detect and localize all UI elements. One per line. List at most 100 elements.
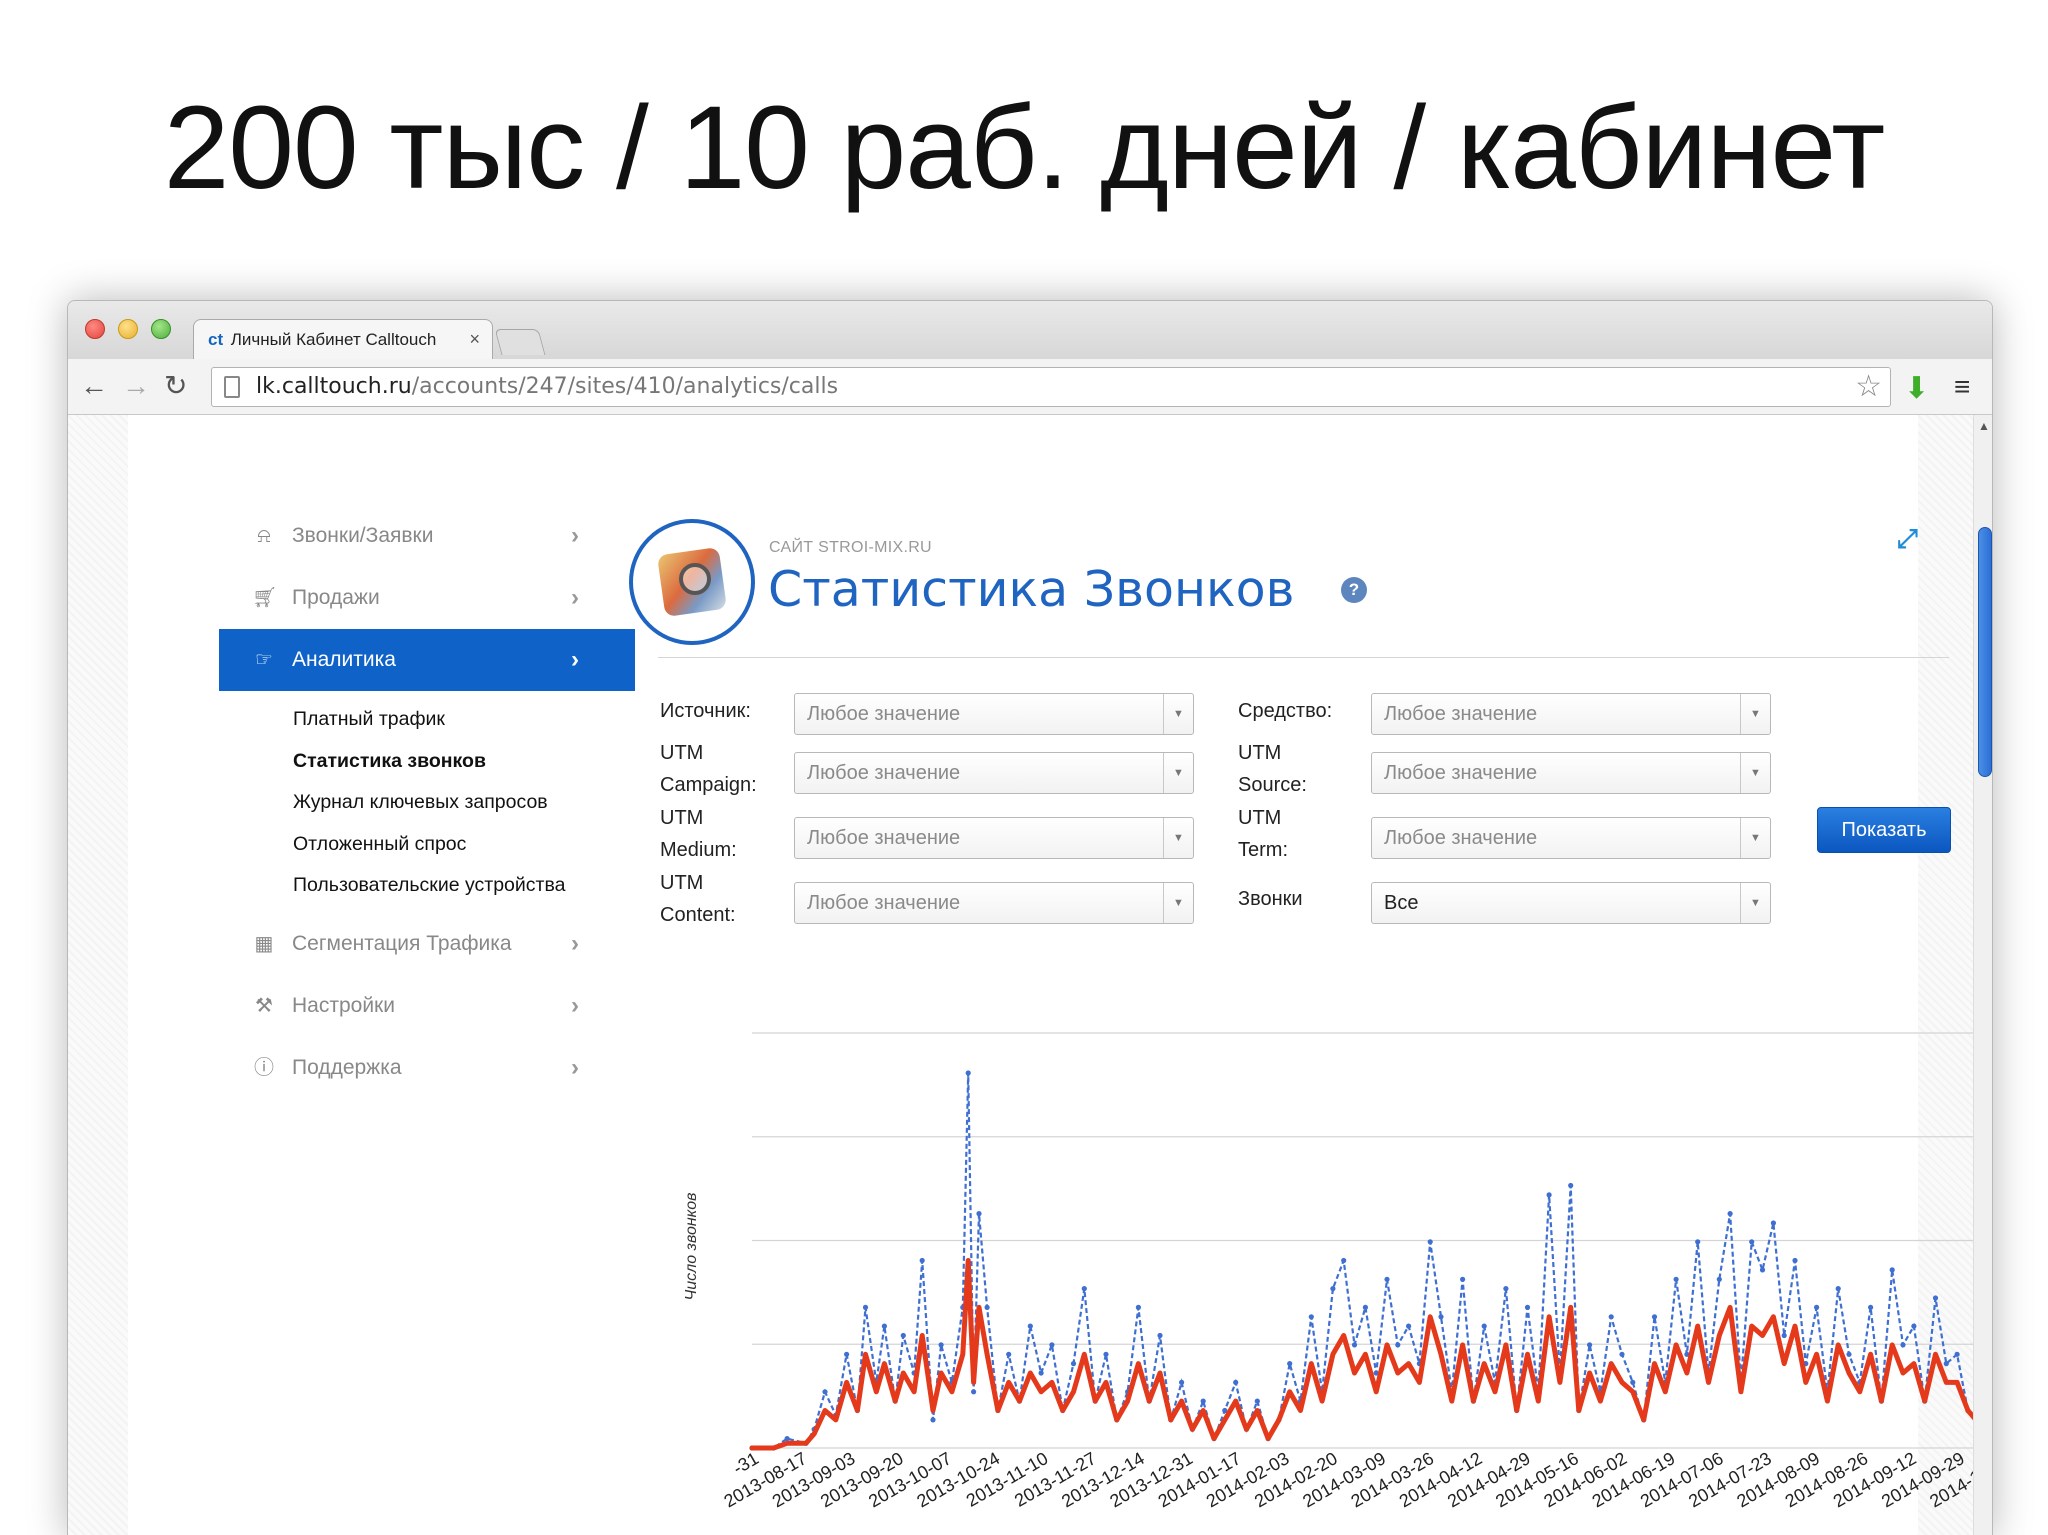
page-icon <box>224 376 240 398</box>
scrollbar-thumb[interactable] <box>1978 527 1992 777</box>
utm-term-select[interactable]: Любое значение ▼ <box>1371 817 1771 859</box>
data-point <box>1716 1276 1722 1282</box>
reload-icon[interactable]: ↻ <box>164 371 187 401</box>
submenu-item-user-devices[interactable]: Пользовательские устройства <box>219 865 635 907</box>
zoom-window-button[interactable] <box>151 319 171 339</box>
star-icon[interactable]: ☆ <box>1855 368 1882 406</box>
info-icon: ⓘ <box>254 1056 274 1079</box>
arrow-left-icon[interactable]: ← <box>80 371 108 401</box>
medium-select-value: Любое значение <box>1384 703 1538 725</box>
page-title: Статистика Звонков <box>768 561 1295 618</box>
analytics-submenu: Платный трафик Статистика звонков Журнал… <box>219 691 635 913</box>
url-host: lk.calltouch.ru <box>256 374 412 399</box>
data-point <box>1330 1286 1336 1292</box>
data-point <box>1759 1267 1766 1273</box>
data-point <box>1406 1323 1412 1329</box>
data-point <box>984 1304 990 1310</box>
data-point <box>822 1389 828 1395</box>
browser-window: ct Личный Кабинет Calltouch × ← → ↻ lk.c… <box>67 300 1993 1535</box>
browser-tab[interactable]: ct Личный Кабинет Calltouch × <box>193 319 493 359</box>
source-select[interactable]: Любое значение ▼ <box>794 693 1194 735</box>
data-point <box>971 1389 977 1395</box>
fullscreen-expand-icon[interactable]: ⤢ <box>1897 523 1918 555</box>
data-point <box>938 1342 944 1348</box>
data-point <box>900 1332 906 1339</box>
utm-source-label-line1: UTM <box>1238 742 1282 764</box>
sidebar-item-support[interactable]: ⓘ Поддержка › <box>219 1037 635 1099</box>
sidebar-item-analytics[interactable]: ☞ Аналитика › <box>219 629 635 691</box>
magnifier-icon <box>679 563 711 595</box>
chevron-right-icon: › <box>571 646 579 673</box>
calltouch-favicon-icon: ct <box>208 330 224 349</box>
submenu-item-deferred-demand[interactable]: Отложенный спрос <box>219 824 635 866</box>
utm-campaign-select[interactable]: Любое значение ▼ <box>794 752 1194 794</box>
data-point <box>1695 1239 1701 1245</box>
data-point <box>1233 1379 1239 1385</box>
sidebar-nav: ⍾ Звонки/Заявки › 🛒︎ Продажи › ☞ Аналити… <box>219 505 635 1099</box>
utm-medium-label-line2: Medium: <box>660 839 737 861</box>
data-point <box>1006 1351 1012 1357</box>
utm-medium-label-line1: UTM <box>660 807 704 829</box>
medium-select[interactable]: Любое значение ▼ <box>1371 693 1771 735</box>
browser-titlebar: ct Личный Кабинет Calltouch × <box>68 301 1992 359</box>
data-point <box>1630 1379 1636 1385</box>
chevron-right-icon: › <box>571 522 579 549</box>
data-point <box>919 1257 925 1264</box>
close-window-button[interactable] <box>85 319 105 339</box>
page-viewport: ⍾ Звонки/Заявки › 🛒︎ Продажи › ☞ Аналити… <box>68 415 1992 1535</box>
data-point <box>1770 1220 1776 1226</box>
data-point <box>1351 1342 1358 1348</box>
slide-title: 200 тыс / 10 раб. дней / кабинет <box>163 82 1885 214</box>
new-tab-button[interactable] <box>494 329 546 355</box>
data-point <box>1179 1379 1185 1385</box>
utm-term-label-line1: UTM <box>1238 807 1282 829</box>
url-path: /accounts/247/sites/410/analytics/calls <box>411 374 839 399</box>
sidebar-item-sales[interactable]: 🛒︎ Продажи › <box>219 567 635 629</box>
data-point <box>1749 1239 1755 1245</box>
calls-label: Звонки <box>1238 888 1303 910</box>
submenu-item-paid-traffic[interactable]: Платный трафик <box>219 699 635 741</box>
scroll-up-arrow-icon[interactable]: ▲ <box>1978 419 1990 433</box>
sidebar-item-traffic-segmentation[interactable]: ▦ Сегментация Трафика › <box>219 913 635 975</box>
hamburger-menu-icon[interactable]: ≡ <box>1954 371 1970 403</box>
caret-down-icon: ▼ <box>1163 753 1193 793</box>
sidebar-item-settings[interactable]: ⚒ Настройки › <box>219 975 635 1037</box>
submenu-item-keyword-log[interactable]: Журнал ключевых запросов <box>219 782 635 824</box>
data-point <box>1070 1361 1077 1367</box>
download-arrow-icon[interactable]: ⬇ <box>1904 371 1929 406</box>
data-point <box>1943 1361 1949 1367</box>
data-point <box>1103 1351 1109 1357</box>
submenu-item-call-stats[interactable]: Статистика звонков <box>219 741 635 783</box>
data-point <box>1135 1304 1141 1310</box>
utm-medium-select[interactable]: Любое значение ▼ <box>794 817 1194 859</box>
utm-content-select[interactable]: Любое значение ▼ <box>794 882 1194 924</box>
data-point <box>1889 1267 1895 1273</box>
address-bar[interactable]: lk.calltouch.ru/accounts/247/sites/410/a… <box>211 367 1891 407</box>
data-point <box>1546 1192 1552 1198</box>
data-point <box>976 1211 982 1217</box>
sidebar-item-label: Продажи <box>292 586 380 609</box>
site-caption: САЙТ STROI-MIX.RU <box>769 539 932 556</box>
data-point <box>1460 1276 1466 1282</box>
tab-title: Личный Кабинет Calltouch <box>230 330 437 349</box>
data-point <box>1438 1314 1444 1320</box>
calls-select-value: Все <box>1384 892 1419 914</box>
data-point <box>1814 1304 1820 1310</box>
data-point <box>1587 1342 1593 1348</box>
minimize-window-button[interactable] <box>118 319 138 339</box>
caret-down-icon: ▼ <box>1163 883 1193 923</box>
utm-source-select[interactable]: Любое значение ▼ <box>1371 752 1771 794</box>
show-button[interactable]: Показать <box>1817 807 1951 853</box>
data-point <box>1619 1351 1625 1357</box>
help-icon[interactable]: ? <box>1341 577 1367 603</box>
chevron-right-icon: › <box>571 929 579 957</box>
arrow-right-icon[interactable]: → <box>122 371 150 401</box>
sidebar-item-calls[interactable]: ⍾ Звонки/Заявки › <box>219 505 635 567</box>
utm-content-select-value: Любое значение <box>807 892 961 914</box>
data-point <box>1608 1314 1614 1320</box>
calls-select[interactable]: Все ▼ <box>1371 882 1771 924</box>
data-point <box>1835 1286 1841 1292</box>
data-point <box>844 1351 850 1357</box>
tab-close-icon[interactable]: × <box>469 329 480 350</box>
vertical-scrollbar[interactable]: ▲ <box>1973 415 1992 1535</box>
